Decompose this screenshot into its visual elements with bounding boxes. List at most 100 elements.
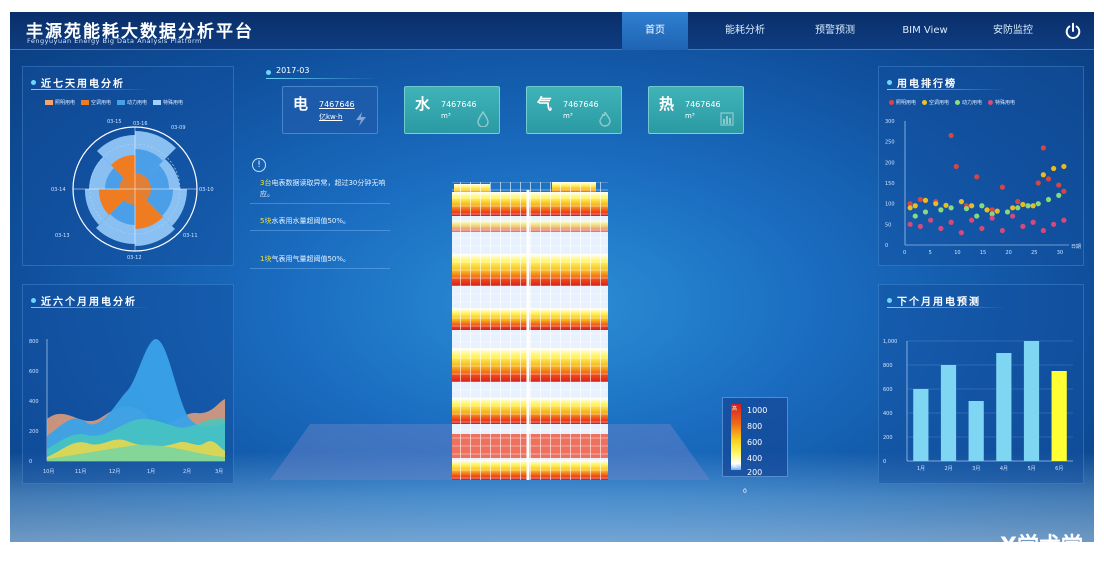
week-rose-chart: 03-15 03-16 03-09 03-10 03-11 03-12 03-1…	[51, 119, 214, 261]
scatter-point	[1010, 205, 1016, 211]
scatter-point	[928, 217, 934, 223]
legend-item[interactable]: 特殊用电	[153, 99, 183, 106]
scatter-point	[1056, 182, 1062, 188]
energy-colorbar: 高 低 1000 800 600 400 200	[722, 397, 788, 477]
x-tick: 20	[1006, 250, 1012, 256]
scatter-point	[1045, 196, 1052, 203]
scatter-point	[1004, 209, 1011, 215]
week-panel-title: 近七天用电分析	[41, 79, 125, 90]
card-unit: 亿kw·h	[319, 113, 343, 121]
nav-security-monitor[interactable]: 安防监控	[968, 12, 1058, 50]
scatter-point	[943, 202, 949, 208]
nav-energy-analysis[interactable]: 能耗分析	[700, 12, 790, 50]
x-tick: 2月	[945, 466, 953, 472]
x-tick: 10月	[43, 469, 54, 475]
card-label: 热	[659, 95, 675, 113]
summary-card-gas[interactable]: 气 7467646 m³	[526, 86, 622, 134]
x-tick: 2月	[183, 469, 191, 475]
top-bar: 丰源苑能耗大数据分析平台 Fengyuyuan Energy Big Data …	[10, 12, 1094, 50]
rose-date-label: 03-14	[51, 187, 66, 193]
legend-item[interactable]: 照明用电	[889, 99, 916, 106]
scatter-point	[917, 223, 923, 229]
scatter-point	[1030, 203, 1036, 209]
scatter-point	[1035, 201, 1041, 207]
scatter-point	[1040, 227, 1046, 234]
forecast-bar[interactable]	[996, 353, 1012, 461]
scatter-point	[917, 196, 923, 203]
y-tick: 400	[883, 411, 893, 417]
forecast-bar[interactable]	[940, 365, 957, 461]
nav-bim-view[interactable]: BIM View	[880, 12, 970, 50]
bim-building-heatmap[interactable]	[240, 162, 740, 492]
colorbar-tick: 200	[747, 468, 763, 477]
ranking-panel: 用电排行榜 照明用电 空调用电 动力用电 特殊用电 300 250 200 150 10…	[878, 66, 1084, 266]
nav-warning-forecast[interactable]: 预警预测	[790, 12, 880, 50]
scatter-point	[953, 163, 959, 170]
flame-icon	[599, 111, 611, 127]
summary-card-electricity[interactable]: 电 7467646 亿kw·h	[282, 86, 378, 134]
date-dot	[266, 70, 271, 75]
y-tick: 600	[29, 369, 39, 375]
panel-underline	[31, 89, 151, 90]
scatter-point	[1051, 221, 1057, 227]
rose-date-label: 03-16	[133, 121, 148, 127]
y-tick: 200	[885, 160, 895, 166]
forecast-bar[interactable]	[968, 401, 984, 461]
forecast-bar[interactable]	[913, 389, 929, 461]
y-tick: 0	[883, 459, 886, 465]
legend-item[interactable]: 动力用电	[955, 99, 982, 106]
power-icon[interactable]	[1064, 22, 1082, 40]
scatter-point	[938, 225, 944, 232]
bar-chart-icon	[720, 112, 734, 126]
summary-card-heat[interactable]: 热 7467646 m³	[648, 86, 744, 134]
rose-date-label: 03-10	[199, 187, 214, 193]
forecast-bar-chart: 1,000 800 600 400 200 0 1月 2月 3月 4月 5月 6月	[883, 339, 1073, 472]
y-tick: 300	[885, 119, 895, 125]
week-legend: 照明用电 空调用电 动力用电 特殊用电	[45, 99, 183, 106]
scatter-point	[933, 201, 939, 207]
ranking-scatter-chart: 300 250 200 150 100 50 0 0 5 10 15 20 25 30 日期	[885, 119, 1081, 256]
month-analysis-panel: 近六个月用电分析 800 600 400 200 0 10月 11月 12月 1…	[22, 284, 234, 484]
week-analysis-panel: 近七天用电分析 照明用电 空调用电 动力用电 特殊用电 03-15 03-16 …	[22, 66, 234, 266]
rose-date-label: 03-15	[107, 119, 122, 125]
y-tick: 50	[885, 222, 891, 228]
legend-item[interactable]: 空调用电	[922, 99, 949, 106]
y-tick: 800	[29, 339, 39, 345]
x-tick: 11月	[75, 469, 86, 475]
card-label: 电	[293, 95, 309, 113]
panel-underline	[887, 307, 1007, 308]
y-tick: 600	[883, 387, 893, 393]
nav-home[interactable]: 首页	[622, 12, 688, 50]
scatter-point	[938, 207, 944, 213]
scatter-point	[958, 230, 964, 236]
forecast-bar[interactable]	[1051, 371, 1067, 461]
scatter-point	[963, 206, 970, 212]
lightning-icon	[356, 112, 366, 126]
scatter-point	[948, 205, 954, 211]
scatter-point	[974, 174, 980, 180]
forecast-panel: 下个月用电预测 1,000 800 600 400 200 0 1月 2月 3月 4月 5月 6月	[878, 284, 1084, 484]
legend-item[interactable]: 空调用电	[81, 99, 111, 106]
watermark-logo: X学术堂	[1000, 528, 1083, 542]
x-tick: 3月	[972, 466, 980, 472]
legend-item[interactable]: 特殊用电	[988, 99, 1015, 106]
y-tick: 1,000	[883, 339, 897, 345]
forecast-bar[interactable]	[1023, 341, 1040, 461]
y-tick: 0	[885, 243, 888, 249]
legend-item[interactable]: 动力用电	[117, 99, 147, 106]
scatter-point	[948, 132, 954, 139]
panel-dot	[31, 298, 36, 303]
scatter-point	[1015, 199, 1021, 205]
card-value: 7467646	[685, 100, 721, 109]
legend-item[interactable]: 照明用电	[45, 99, 75, 106]
scatter-point	[969, 203, 975, 209]
card-value: 7467646	[441, 100, 477, 109]
y-tick: 800	[883, 363, 893, 369]
summary-card-water[interactable]: 水 7467646 m³	[404, 86, 500, 134]
scatter-point	[1061, 163, 1067, 170]
rose-date-label: 03-09	[171, 125, 186, 131]
rose-date-label: 03-11	[183, 233, 198, 239]
month-area-chart: 800 600 400 200 0 10月 11月 12月 1月 2月 3月	[29, 338, 225, 475]
ranking-legend: 照明用电 空调用电 动力用电 特殊用电	[889, 99, 1015, 106]
colorbar-tick: 1000	[747, 406, 768, 415]
